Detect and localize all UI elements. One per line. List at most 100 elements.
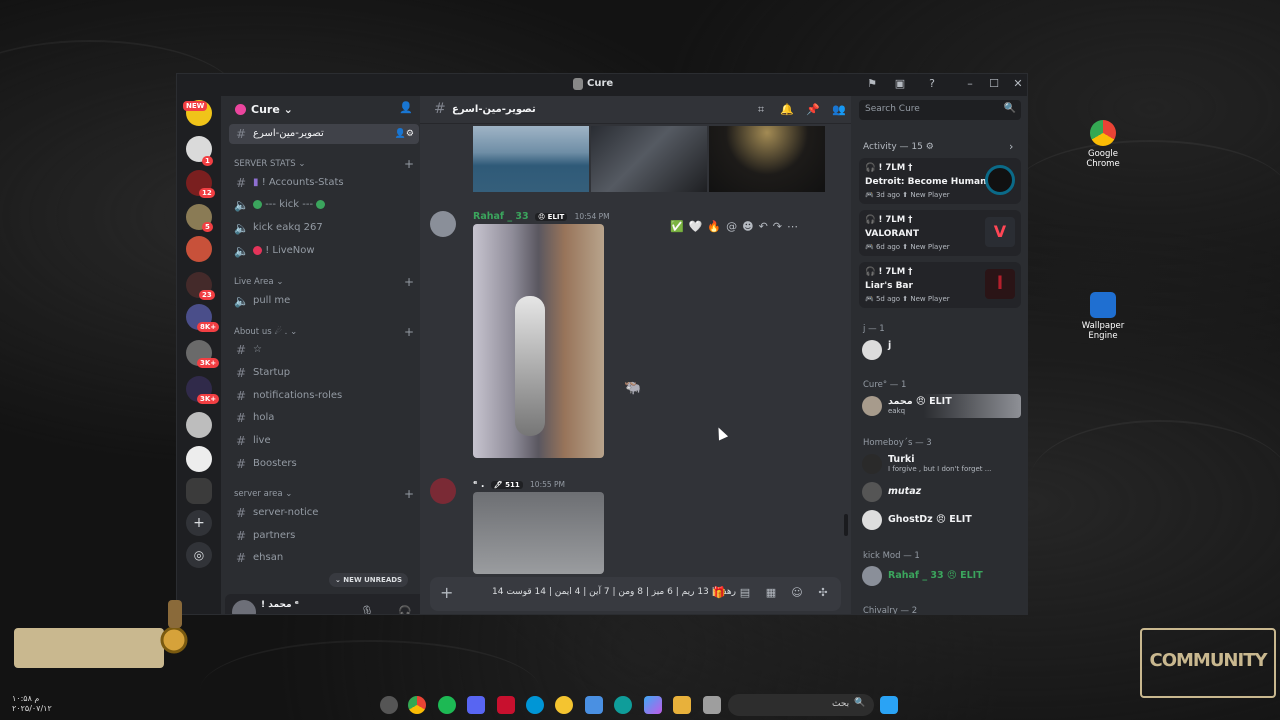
task-view-icon[interactable] bbox=[703, 696, 721, 714]
discord-taskbar-icon[interactable] bbox=[467, 696, 485, 714]
maximize-button[interactable]: ☐ bbox=[987, 77, 1001, 91]
channel-item[interactable]: # ehsan bbox=[229, 548, 419, 568]
chrome-beta-icon[interactable] bbox=[555, 696, 573, 714]
guild-header[interactable]: Cure ⌄ 👤 bbox=[221, 96, 420, 122]
channel-item[interactable]: # server-notice bbox=[229, 503, 419, 523]
channel-item-active[interactable]: # تصوير-مين-اسرع 👤⚙ bbox=[229, 124, 419, 144]
composer-text[interactable]: 14 رهف | 13 ريم | 6 ميز | 8 ومن | 7 آين … bbox=[492, 587, 736, 597]
member-item[interactable]: Turki I forgive , but I don't forget ... bbox=[859, 452, 1021, 476]
headphones-icon[interactable]: 🎧 bbox=[397, 604, 413, 614]
category-server-stats[interactable]: SERVER STATS ⌄ + bbox=[234, 157, 414, 173]
member-item[interactable]: GhostDz 😠 ELIT bbox=[859, 508, 1021, 532]
chevron-right-icon[interactable]: › bbox=[1009, 140, 1013, 153]
sticker-icon[interactable]: ▦ bbox=[764, 586, 778, 600]
desktop-icon-chrome[interactable]: Google Chrome bbox=[1073, 120, 1133, 169]
minimize-button[interactable]: – bbox=[963, 77, 977, 91]
add-channel-icon[interactable]: + bbox=[404, 157, 414, 171]
image-attachment[interactable] bbox=[709, 126, 825, 192]
channel-item[interactable]: # Startup bbox=[229, 363, 419, 383]
avatar[interactable] bbox=[430, 211, 456, 237]
apps-icon[interactable]: ✣ bbox=[816, 586, 830, 600]
member-item[interactable]: mutaz bbox=[859, 480, 1021, 504]
reaction-heart-icon[interactable]: 🤍 bbox=[689, 220, 703, 238]
taskbar-search[interactable]: بحث 🔍 bbox=[728, 694, 874, 716]
reaction-fire-icon[interactable]: 🔥 bbox=[707, 220, 721, 238]
bell-icon[interactable]: 🔔 bbox=[780, 103, 794, 117]
activity-header[interactable]: Activity — 15 ⚙ bbox=[863, 142, 934, 152]
reply-icon[interactable]: ↶ bbox=[759, 220, 768, 238]
image-attachment[interactable] bbox=[473, 126, 589, 192]
add-channel-icon[interactable]: + bbox=[404, 325, 414, 339]
attach-icon[interactable]: + bbox=[440, 583, 453, 602]
message-author[interactable]: Rahaf _ 33 😠 ELIT 10:54 PM bbox=[473, 211, 610, 222]
new-unreads-pill[interactable]: ⌄ NEW UNREADS bbox=[329, 573, 409, 587]
chrome-taskbar-icon[interactable] bbox=[408, 696, 426, 714]
taskbar-app-icon[interactable] bbox=[380, 696, 398, 714]
add-channel-icon[interactable]: + bbox=[404, 275, 414, 289]
channel-item[interactable]: # notifications-roles bbox=[229, 386, 419, 406]
add-channel-icon[interactable]: + bbox=[404, 487, 414, 501]
member-item[interactable]: محمد 😠 ELIT eakq bbox=[859, 394, 1021, 418]
avatar[interactable] bbox=[232, 600, 256, 614]
voice-channel-item[interactable]: 🔈 pull me bbox=[229, 291, 419, 311]
voice-channel-item[interactable]: 🔈 kick eakq 267 bbox=[229, 218, 419, 238]
pin-icon[interactable]: 📌 bbox=[806, 103, 820, 117]
threads-icon[interactable]: ⌗ bbox=[754, 103, 768, 117]
search-input[interactable]: Search Cure 🔍 bbox=[859, 100, 1021, 120]
server-icon[interactable] bbox=[186, 412, 212, 438]
message-composer[interactable]: + 14 رهف | 13 ريم | 6 ميز | 8 ومن | 7 آي… bbox=[430, 577, 841, 611]
spotify-icon[interactable] bbox=[438, 696, 456, 714]
channel-item[interactable]: # live bbox=[229, 431, 419, 451]
category-server-area[interactable]: server area ⌄ + bbox=[234, 487, 414, 503]
avatar[interactable] bbox=[430, 478, 456, 504]
edge-icon[interactable] bbox=[614, 696, 632, 714]
channel-item[interactable]: # ☆ bbox=[229, 340, 419, 360]
server-icon-cure[interactable] bbox=[186, 478, 212, 504]
desktop-icon-wallpaper-engine[interactable]: Wallpaper Engine bbox=[1073, 292, 1133, 341]
file-explorer-icon[interactable] bbox=[673, 696, 691, 714]
microphone-icon[interactable]: 🎙 bbox=[359, 604, 375, 614]
mcafee-icon[interactable] bbox=[497, 696, 515, 714]
inbox-icon[interactable]: ▣ bbox=[893, 77, 907, 91]
member-item[interactable]: Rahaf _ 33 😠 ELIT bbox=[859, 564, 1021, 588]
image-attachment[interactable] bbox=[591, 126, 707, 192]
voice-channel-item[interactable]: 🔈 ! LiveNow bbox=[229, 241, 419, 261]
add-server-icon[interactable]: + bbox=[186, 510, 212, 536]
channel-item[interactable]: # hola bbox=[229, 408, 419, 428]
members-icon[interactable]: 👥 bbox=[832, 103, 846, 117]
scrollbar-thumb[interactable] bbox=[844, 514, 848, 536]
copilot-icon[interactable] bbox=[644, 696, 662, 714]
store-icon[interactable] bbox=[585, 696, 603, 714]
gif-icon[interactable]: ▤ bbox=[738, 586, 752, 600]
server-icon[interactable] bbox=[186, 446, 212, 472]
category-live-area[interactable]: Live Area ⌄ + bbox=[234, 275, 414, 291]
flag-icon[interactable]: ⚑ bbox=[865, 77, 879, 91]
settings-icon[interactable]: 👤⚙ bbox=[395, 124, 414, 144]
help-icon[interactable]: ? bbox=[925, 77, 939, 91]
reaction-check-icon[interactable]: ✅ bbox=[670, 220, 684, 238]
channel-item[interactable]: # ▮ ! Accounts-Stats bbox=[229, 173, 419, 193]
image-attachment[interactable] bbox=[473, 492, 604, 574]
add-member-icon[interactable]: 👤 bbox=[399, 101, 413, 114]
server-icon[interactable] bbox=[186, 236, 212, 262]
activity-card[interactable]: 🎧 ! 7LM † VALORANT 🎮 6d ago ⬆ New Player… bbox=[859, 210, 1021, 256]
add-reaction-icon[interactable]: ☻ bbox=[742, 220, 753, 238]
channel-item[interactable]: # Boosters bbox=[229, 454, 419, 474]
more-icon[interactable]: ⋯ bbox=[787, 220, 798, 238]
discover-icon[interactable]: ◎ bbox=[186, 542, 212, 568]
category-about[interactable]: About us ☄ . ⌄ + bbox=[234, 325, 414, 341]
guild-icon bbox=[235, 104, 246, 115]
channel-item[interactable]: # partners bbox=[229, 526, 419, 546]
voice-channel-item[interactable]: 🔈 --- kick --- bbox=[229, 195, 419, 215]
hp-icon[interactable] bbox=[526, 696, 544, 714]
mention-icon[interactable]: @ bbox=[726, 220, 737, 238]
gift-icon[interactable]: 🎁 bbox=[712, 586, 726, 600]
member-item[interactable]: j bbox=[859, 338, 1021, 362]
forward-icon[interactable]: ↷ bbox=[773, 220, 782, 238]
close-button[interactable]: ✕ bbox=[1011, 77, 1025, 91]
start-icon[interactable] bbox=[880, 696, 898, 714]
message-author[interactable]: ᵉ . 🖊 511 10:55 PM bbox=[473, 479, 565, 490]
emoji-icon[interactable]: ☺ bbox=[790, 586, 804, 600]
activity-card[interactable]: 🎧 ! 7LM † Detroit: Become Human 🎮 3d ago… bbox=[859, 158, 1021, 204]
activity-card[interactable]: 🎧 ! 7LM † Liar's Bar 🎮 5d ago ⬆ New Play… bbox=[859, 262, 1021, 308]
